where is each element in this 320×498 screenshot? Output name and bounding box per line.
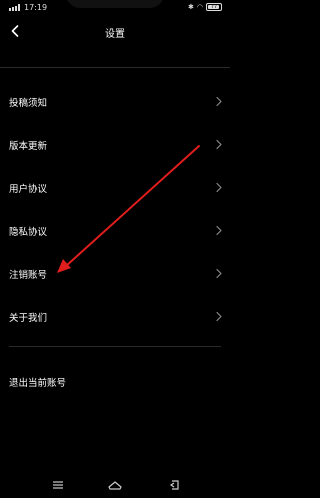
logout-button[interactable]: 退出当前账号 (0, 368, 230, 396)
settings-list: 投稿须知 版本更新 用户协议 隐私协议 注销账号 关于我们 (0, 80, 230, 338)
page-title: 设置 (105, 29, 125, 40)
app-header: 设置 (0, 18, 230, 46)
logout-label: 退出当前账号 (9, 378, 67, 389)
chevron-right-icon (216, 96, 222, 107)
settings-item-privacy-agreement[interactable]: 隐私协议 (0, 209, 230, 252)
settings-item-version-update[interactable]: 版本更新 (0, 123, 230, 166)
settings-item-label: 关于我们 (9, 312, 48, 324)
settings-item-about-us[interactable]: 关于我们 (0, 295, 230, 338)
chevron-right-icon (216, 268, 222, 279)
status-time: 17:19 (24, 3, 48, 12)
wifi-icon: ◠ (196, 3, 203, 11)
settings-item-label: 注销账号 (9, 269, 48, 281)
settings-item-label: 版本更新 (9, 140, 48, 152)
section-divider (9, 346, 221, 347)
home-icon[interactable] (107, 478, 123, 492)
status-bar: 17:19 ✱ ◠ 77 (0, 0, 230, 16)
settings-item-user-agreement[interactable]: 用户协议 (0, 166, 230, 209)
chevron-right-icon (216, 311, 222, 322)
settings-item-label: 隐私协议 (9, 226, 48, 238)
signal-icon (9, 4, 20, 11)
chevron-right-icon (216, 225, 222, 236)
battery-level: 77 (210, 4, 218, 10)
settings-item-label: 用户协议 (9, 183, 48, 195)
battery-icon: 77 (206, 3, 222, 11)
menu-icon[interactable] (50, 478, 66, 492)
settings-item-label: 投稿须知 (9, 97, 48, 109)
system-nav-bar (0, 472, 230, 498)
bluetooth-icon: ✱ (188, 3, 194, 11)
settings-item-submission-guide[interactable]: 投稿须知 (0, 80, 230, 123)
settings-item-delete-account[interactable]: 注销账号 (0, 252, 230, 295)
back-icon[interactable] (167, 478, 183, 492)
chevron-right-icon (216, 139, 222, 150)
chevron-right-icon (216, 182, 222, 193)
header-divider (0, 67, 230, 68)
